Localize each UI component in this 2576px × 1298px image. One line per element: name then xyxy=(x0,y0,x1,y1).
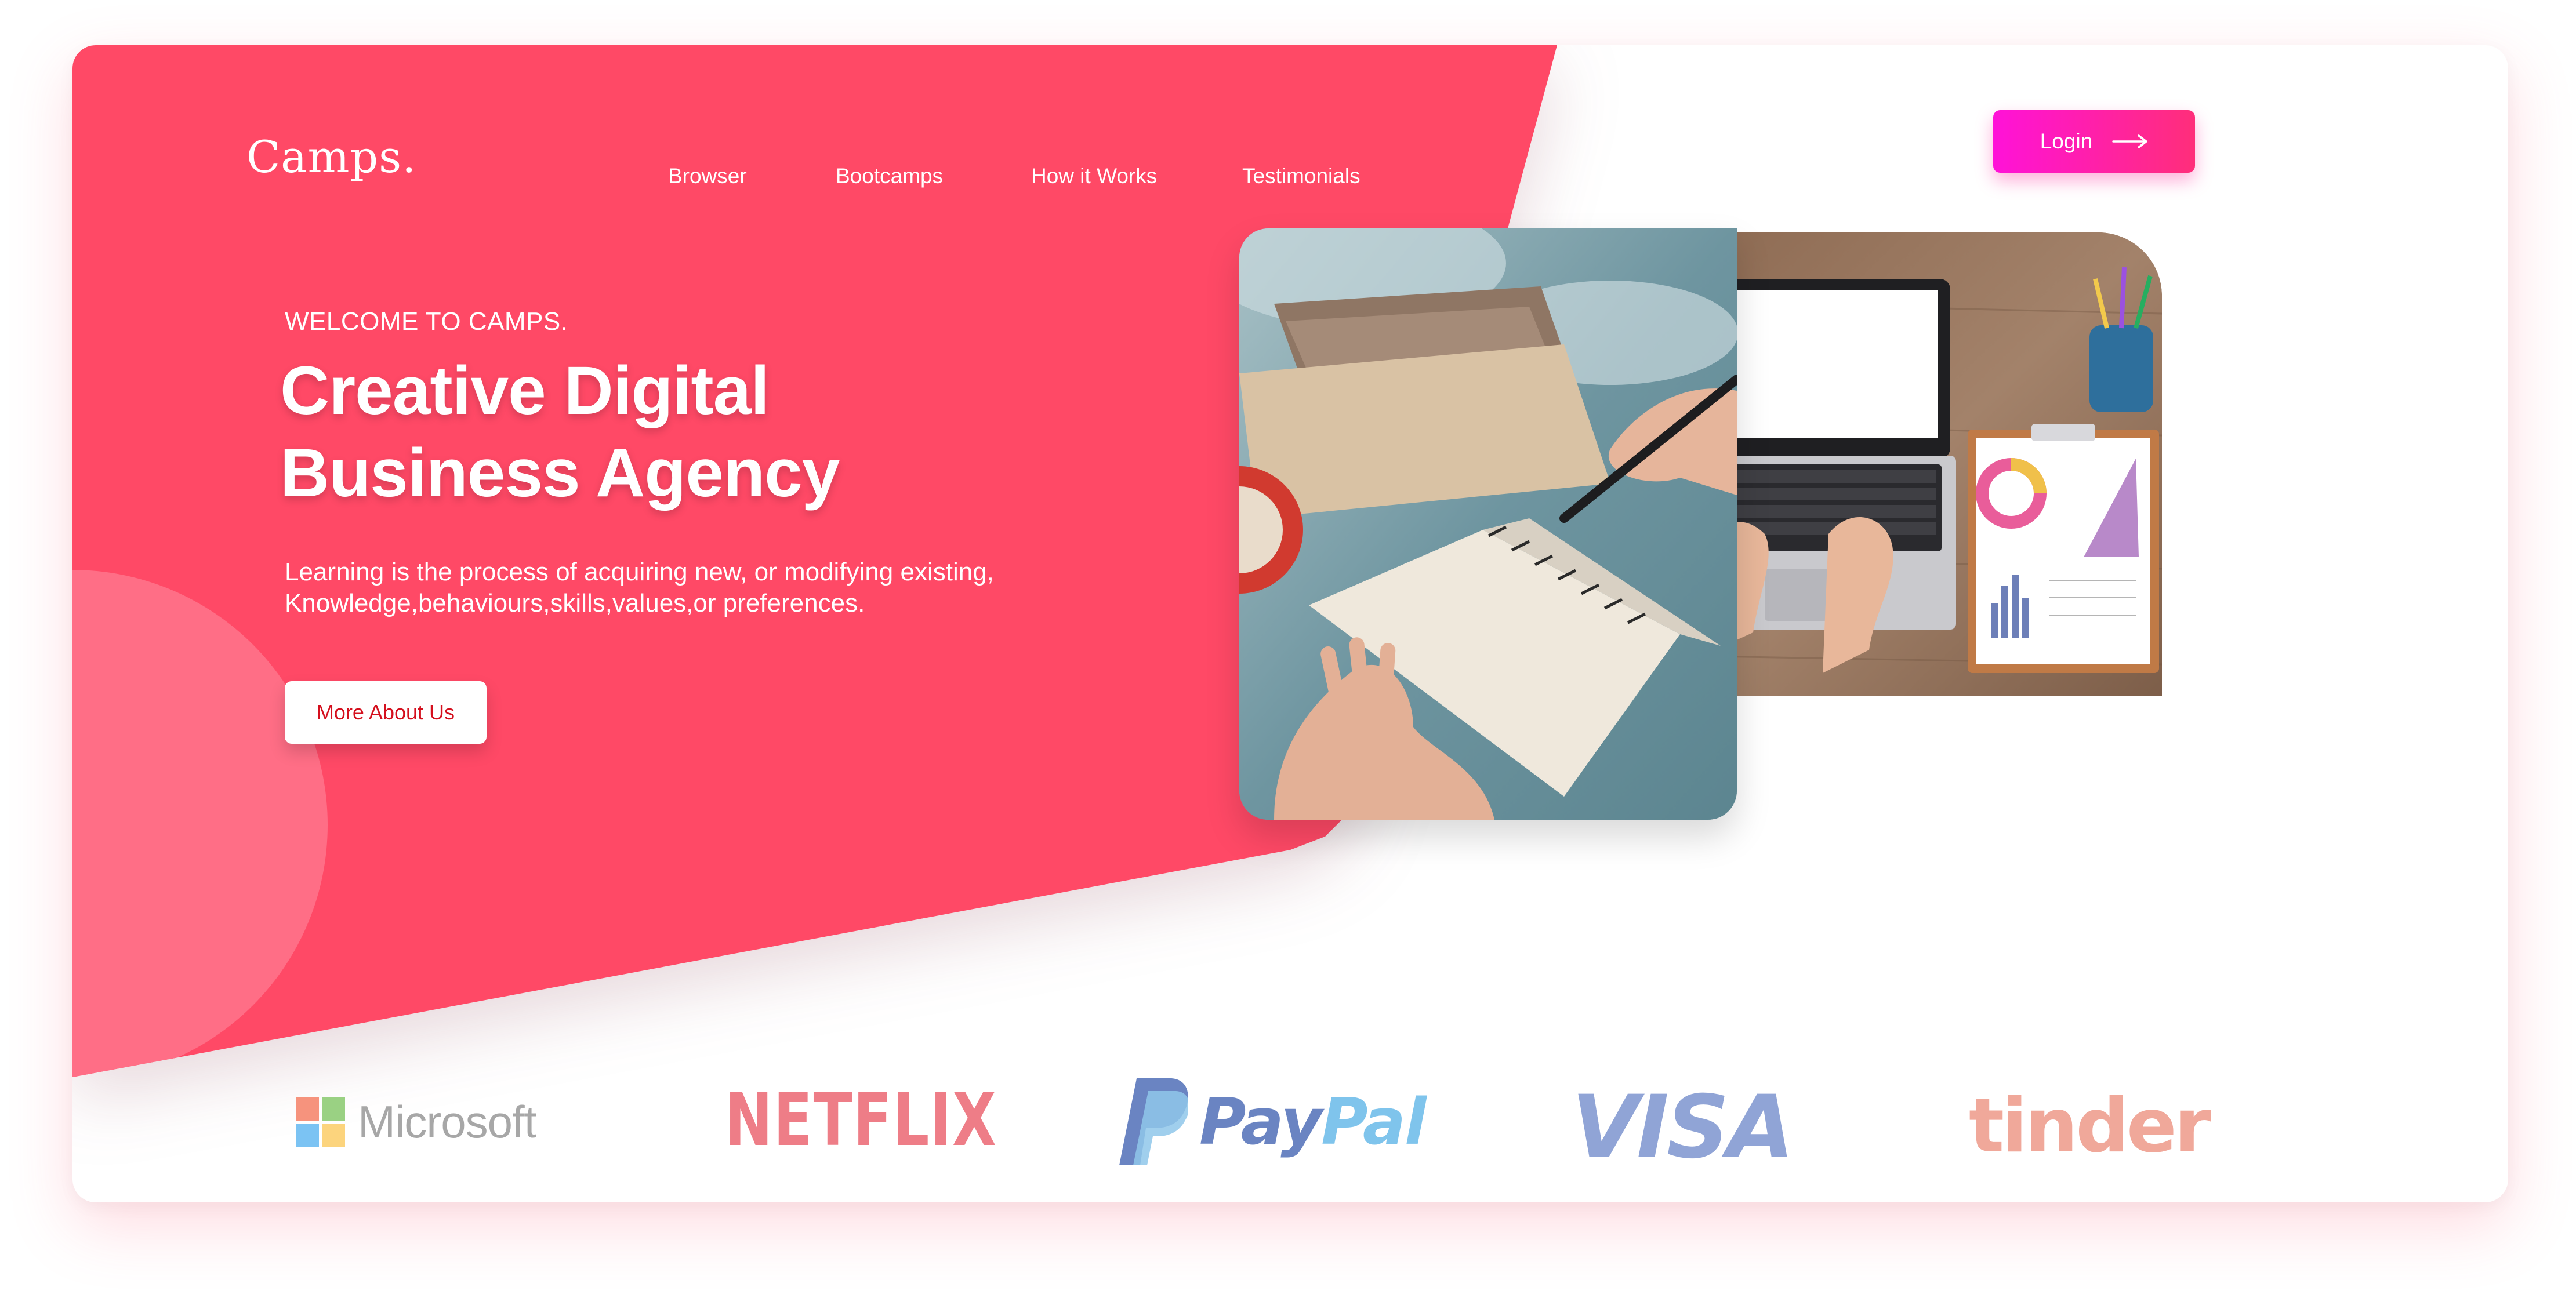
partner-microsoft[interactable]: Microsoft xyxy=(296,1096,536,1148)
photo-laptop-charts xyxy=(1678,232,2162,696)
login-button[interactable]: Login xyxy=(1993,110,2195,173)
notebook-desk-illustration xyxy=(1239,228,1737,820)
partner-netflix[interactable]: NETFLIX xyxy=(725,1077,1074,1162)
visa-wordmark: VISA xyxy=(1572,1077,1794,1178)
partner-paypal[interactable]: PayPal xyxy=(1119,1078,1427,1165)
partner-tinder[interactable]: tinder xyxy=(1969,1083,2211,1169)
more-about-us-button[interactable]: More About Us xyxy=(285,681,487,744)
nav-bootcamps[interactable]: Bootcamps xyxy=(836,164,943,188)
partner-visa[interactable]: VISA xyxy=(1572,1077,1794,1178)
hero-description-line2: Knowledge,behaviours,skills,values,or pr… xyxy=(285,589,865,617)
paypal-icon xyxy=(1119,1078,1188,1165)
hero-decorative-circle xyxy=(72,570,328,1077)
hero-description-line1: Learning is the process of acquiring new… xyxy=(285,558,994,586)
nav-testimonials[interactable]: Testimonials xyxy=(1242,164,1360,188)
paypal-wordmark-pal: Pal xyxy=(1321,1085,1427,1159)
hero-eyebrow: WELCOME TO CAMPS. xyxy=(285,307,568,336)
microsoft-icon xyxy=(296,1097,345,1147)
microsoft-wordmark: Microsoft xyxy=(358,1096,536,1147)
nav-browser[interactable]: Browser xyxy=(668,164,747,188)
hero-headline: Creative Digital Business Agency xyxy=(280,350,840,514)
hero-description: Learning is the process of acquiring new… xyxy=(285,557,994,619)
tinder-wordmark: tinder xyxy=(1969,1083,2211,1169)
arrow-right-icon xyxy=(2112,134,2148,148)
paypal-wordmark-pay: Pay xyxy=(1199,1085,1322,1159)
nav-how-it-works[interactable]: How it Works xyxy=(1031,164,1157,188)
page: Camps. Browser Bootcamps How it Works Te… xyxy=(0,0,2576,1298)
photo-writing-notebook xyxy=(1239,228,1737,820)
landing-card: Camps. Browser Bootcamps How it Works Te… xyxy=(72,45,2508,1202)
laptop-desk-illustration xyxy=(1678,232,2162,696)
login-button-label: Login xyxy=(2040,129,2093,153)
paypal-wordmark: PayPal xyxy=(1199,1085,1427,1159)
hero-headline-line1: Creative Digital xyxy=(280,352,770,429)
brand-logo[interactable]: Camps. xyxy=(246,131,416,183)
hero-headline-line2: Business Agency xyxy=(280,435,840,511)
netflix-wordmark: NETFLIX xyxy=(725,1077,997,1162)
